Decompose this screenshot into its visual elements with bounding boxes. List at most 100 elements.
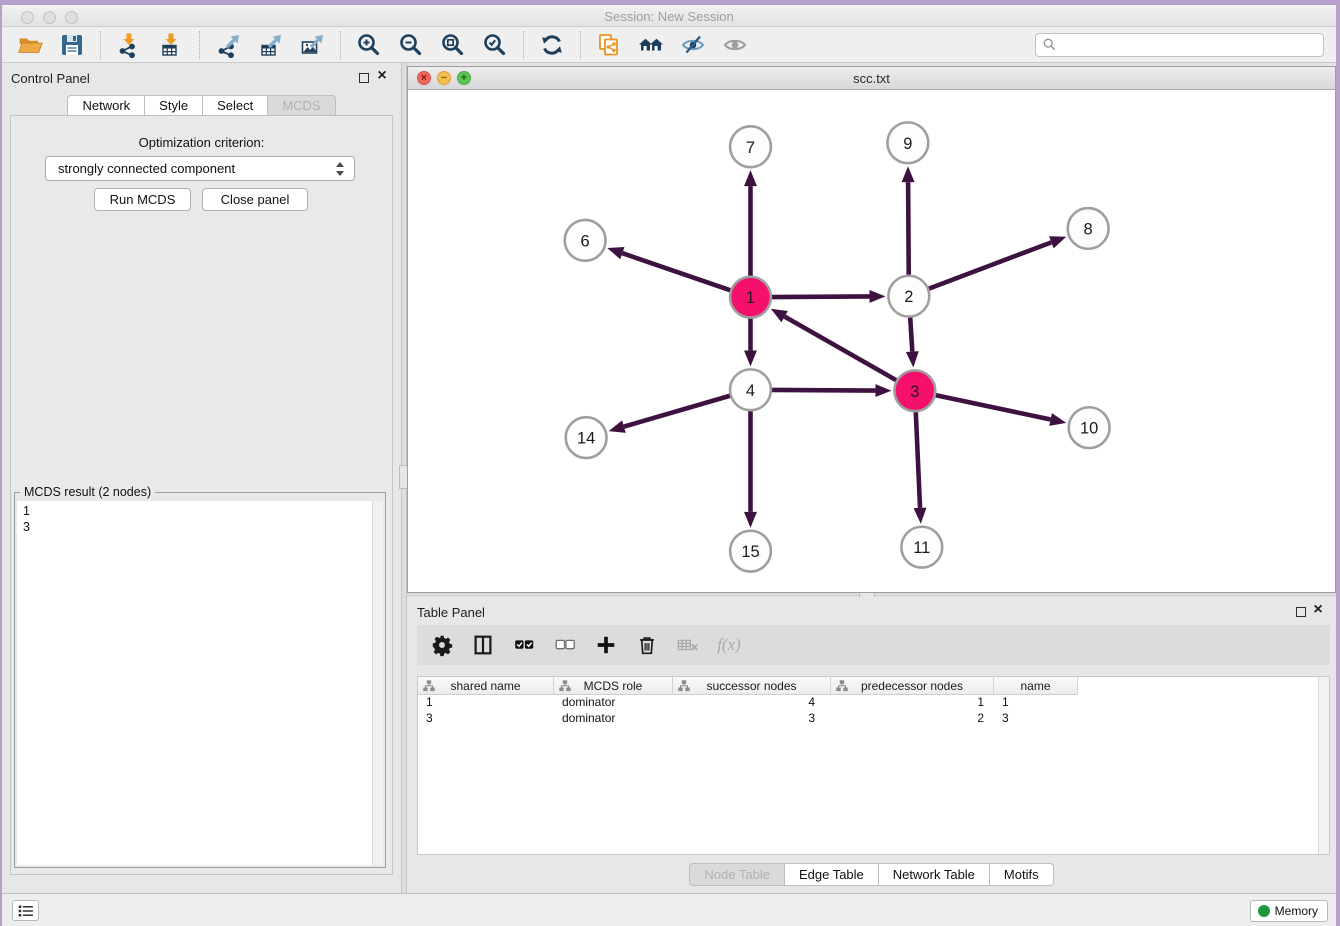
close-panel-button[interactable]: Close panel [202, 188, 308, 211]
table-tab-motifs[interactable]: Motifs [989, 863, 1054, 886]
network-graph: 7 9 6 8 1 2 4 3 14 10 15 11 [408, 90, 1335, 592]
graph-node-1[interactable]: 1 [730, 277, 771, 318]
graph-node-15[interactable]: 15 [730, 531, 771, 572]
graph-edge-2-8[interactable] [928, 236, 1066, 289]
result-scrollbar[interactable] [372, 501, 383, 865]
graph-edge-3-1[interactable] [771, 309, 897, 381]
column-header-predecessor-nodes[interactable]: predecessor nodes [831, 677, 994, 695]
graph-node-11[interactable]: 11 [901, 527, 942, 568]
graph-node-7[interactable]: 7 [730, 126, 771, 167]
tab-network[interactable]: Network [67, 95, 145, 116]
search-box[interactable] [1035, 33, 1324, 57]
unselect-all-checkboxes-icon[interactable] [552, 632, 578, 658]
refresh-view-icon[interactable] [535, 30, 569, 60]
export-image-icon[interactable] [295, 30, 329, 60]
table-tab-network-table[interactable]: Network Table [878, 863, 990, 886]
graph-edge-2-3[interactable] [906, 317, 919, 368]
table-cell[interactable]: 3 [994, 711, 1078, 727]
toolbar-group [580, 31, 763, 59]
table-cell[interactable]: 3 [418, 711, 554, 727]
search-input[interactable] [1056, 36, 1323, 54]
column-header-successor-nodes[interactable]: successor nodes [673, 677, 831, 695]
export-network-icon[interactable] [211, 30, 245, 60]
mcds-result-values: 13 [17, 501, 383, 535]
titlebar: Session: New Session [2, 5, 1336, 27]
graph-node-10[interactable]: 10 [1069, 407, 1110, 448]
graph-node-3[interactable]: 3 [894, 370, 935, 411]
export-table-icon[interactable] [253, 30, 287, 60]
zoom-selected-icon[interactable] [478, 30, 512, 60]
tab-select[interactable]: Select [202, 95, 268, 116]
table-tab-edge-table[interactable]: Edge Table [784, 863, 879, 886]
table-cell[interactable]: 1 [994, 695, 1078, 711]
mcds-result-box: MCDS result (2 nodes) 13 [14, 492, 386, 868]
save-session-icon[interactable] [55, 30, 89, 60]
column-header-shared-name[interactable]: shared name [418, 677, 554, 695]
table-cell[interactable]: dominator [554, 711, 673, 727]
table-row[interactable]: 3dominator323 [418, 711, 1329, 727]
criterion-dropdown[interactable]: strongly connected component [45, 156, 355, 181]
graph-edge-4-15[interactable] [744, 410, 757, 528]
tab-mcds[interactable]: MCDS [267, 95, 335, 116]
graph-edge-4-14[interactable] [609, 396, 731, 433]
graph-edge-1-7[interactable] [744, 170, 757, 277]
table-float-icon[interactable] [1296, 607, 1306, 617]
graph-node-8[interactable]: 8 [1068, 208, 1109, 249]
network-canvas[interactable]: 7 9 6 8 1 2 4 3 14 10 15 11 [408, 90, 1335, 592]
graph-node-14[interactable]: 14 [566, 417, 607, 458]
zoom-out-icon[interactable] [394, 30, 428, 60]
graph-edge-1-4[interactable] [744, 318, 757, 367]
memory-button[interactable]: Memory [1250, 900, 1328, 922]
show-columns-icon[interactable] [470, 632, 496, 658]
table-cell[interactable]: 1 [831, 695, 994, 711]
task-history-button[interactable] [12, 900, 39, 921]
table-tab-node-table[interactable]: Node Table [689, 863, 785, 886]
graph-node-4[interactable]: 4 [730, 369, 771, 410]
open-session-icon[interactable] [13, 30, 47, 60]
graph-edge-2-9[interactable] [902, 166, 915, 276]
add-column-plus-icon[interactable] [593, 632, 619, 658]
table-cell[interactable]: dominator [554, 695, 673, 711]
criterion-value: strongly connected component [58, 161, 235, 176]
graph-node-9[interactable]: 9 [887, 122, 928, 163]
float-panel-icon[interactable] [359, 73, 369, 83]
show-all-icon[interactable] [718, 30, 752, 60]
zoom-fit-content-icon[interactable] [436, 30, 470, 60]
graph-edge-3-10[interactable] [935, 395, 1066, 426]
table-panel: Table Panel f(x) shared nameMCDS rolesuc… [407, 597, 1336, 893]
graph-edge-1-2[interactable] [771, 290, 886, 303]
toolbar-group [2, 31, 100, 59]
import-network-icon[interactable] [112, 30, 146, 60]
table-cell[interactable]: 2 [831, 711, 994, 727]
clone-network-icon[interactable] [592, 30, 626, 60]
table-settings-gear-icon[interactable] [429, 632, 455, 658]
svg-text:9: 9 [903, 135, 912, 153]
function-builder-icon: f(x) [716, 632, 742, 658]
table-row[interactable]: 1dominator411 [418, 695, 1329, 711]
graph-edge-1-6[interactable] [607, 247, 731, 290]
svg-text:2: 2 [904, 288, 913, 306]
graph-node-6[interactable]: 6 [565, 220, 606, 261]
graph-node-2[interactable]: 2 [888, 276, 929, 317]
hide-selected-icon[interactable] [676, 30, 710, 60]
import-table-icon[interactable] [154, 30, 188, 60]
column-header-mcds-role[interactable]: MCDS role [554, 677, 673, 695]
run-mcds-button[interactable]: Run MCDS [94, 188, 191, 211]
tab-style[interactable]: Style [144, 95, 203, 116]
column-header-name[interactable]: name [994, 677, 1078, 695]
svg-text:14: 14 [577, 430, 595, 448]
list-icon [18, 904, 34, 918]
mcds-result-value: 3 [17, 519, 383, 535]
table-cell[interactable]: 3 [673, 711, 831, 727]
table-close-icon[interactable] [1311, 601, 1325, 619]
delete-column-trash-icon[interactable] [634, 632, 660, 658]
graph-edge-4-3[interactable] [771, 384, 892, 397]
select-all-checkboxes-icon[interactable] [511, 632, 537, 658]
table-cell[interactable]: 4 [673, 695, 831, 711]
close-panel-icon[interactable] [375, 67, 389, 85]
zoom-in-icon[interactable] [352, 30, 386, 60]
apply-layout-icon[interactable] [634, 30, 668, 60]
graph-edge-3-11[interactable] [914, 411, 927, 524]
table-scrollbar[interactable] [1318, 677, 1329, 854]
table-cell[interactable]: 1 [418, 695, 554, 711]
